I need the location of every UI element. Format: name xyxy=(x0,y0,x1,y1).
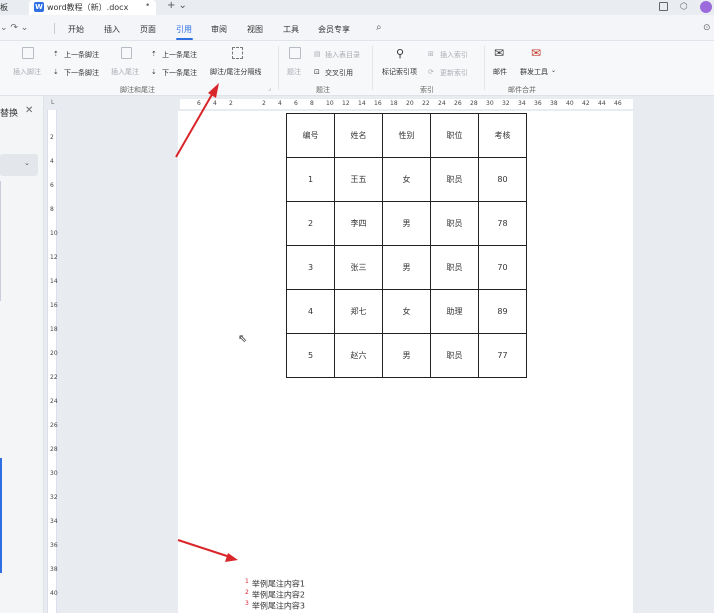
annotation-arrows xyxy=(175,83,238,562)
annotation-arrow-endnote xyxy=(177,539,238,562)
annotation-arrow-ribbon xyxy=(175,83,219,158)
